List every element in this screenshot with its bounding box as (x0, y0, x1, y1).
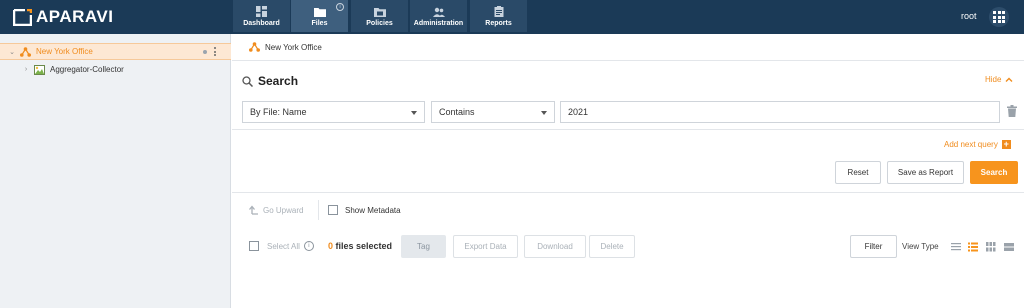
select-all-checkbox[interactable] (249, 241, 259, 251)
chevron-up-icon (1005, 77, 1013, 82)
hide-label: Hide (985, 75, 1002, 84)
tab-administration[interactable]: Administration (410, 0, 467, 32)
apps-grid-icon[interactable] (989, 7, 1009, 27)
tab-label: Administration (413, 20, 464, 27)
brand-name: APARAVI (36, 7, 114, 26)
tree-item-new-york-office[interactable]: ⌄ New York Office (0, 43, 231, 60)
add-next-query-link[interactable]: Add next query + (944, 140, 1011, 149)
delete-button[interactable]: Delete (589, 235, 635, 258)
divider (318, 200, 319, 220)
tree-item-label: New York Office (36, 47, 93, 56)
info-icon[interactable]: i (336, 3, 344, 11)
trash-icon[interactable] (1007, 105, 1017, 117)
folder-icon (313, 8, 326, 17)
users-icon (432, 7, 445, 17)
select-all-label: Select All (267, 241, 300, 251)
tab-reports[interactable]: Reports (470, 0, 527, 32)
show-metadata-checkbox[interactable] (328, 205, 338, 215)
tree-item-aggregator-collector[interactable]: › Aggregator-Collector (0, 61, 231, 78)
selected-suffix: files selected (333, 241, 393, 251)
export-data-button[interactable]: Export Data (453, 235, 518, 258)
query-value: 2021 (568, 107, 589, 117)
tab-dashboard[interactable]: Dashboard (233, 0, 290, 32)
tab-policies[interactable]: Policies (351, 0, 408, 32)
compact-view-icon[interactable] (1004, 242, 1014, 252)
search-heading: Search (242, 74, 298, 88)
server-image-icon (34, 64, 45, 75)
search-button[interactable]: Search (970, 161, 1018, 184)
tab-label: Reports (485, 20, 512, 27)
policies-icon (373, 8, 386, 17)
query-value-input[interactable]: 2021 (560, 101, 1000, 123)
go-upward-button[interactable]: Go Upward (249, 205, 303, 215)
info-icon[interactable]: i (303, 241, 314, 251)
search-title: Search (258, 74, 299, 88)
results-toolbar-top: Go Upward Show Metadata (232, 200, 1024, 220)
clipboard-icon (494, 6, 503, 17)
operator-select-value: Contains (439, 107, 475, 117)
operator-select[interactable]: Contains (431, 101, 555, 123)
save-as-report-button[interactable]: Save as Report (887, 161, 964, 184)
network-icon (249, 42, 260, 52)
sidebar-tree: ⌄ New York Office › Aggregator-Collector (0, 34, 231, 308)
files-selected-count: 0 files selected (328, 241, 392, 251)
field-select[interactable]: By File: Name (242, 101, 425, 123)
grid-view-icon[interactable] (986, 242, 996, 252)
breadcrumb: New York Office (232, 34, 1024, 61)
hide-search-toggle[interactable]: Hide (985, 75, 1013, 84)
caret-down-icon (541, 111, 547, 115)
list-view-icon[interactable] (951, 242, 961, 252)
user-name[interactable]: root (961, 11, 977, 21)
reset-button[interactable]: Reset (835, 161, 881, 184)
logo-mark-icon (13, 8, 32, 26)
dashboard-icon (256, 6, 267, 17)
tab-label: Policies (366, 20, 393, 27)
search-icon (242, 75, 253, 87)
view-type-label: View Type (902, 242, 939, 251)
go-upward-label: Go Upward (263, 205, 304, 215)
caret-down-icon (411, 111, 417, 115)
field-select-value: By File: Name (250, 107, 307, 117)
results-toolbar-actions: Select All i 0 files selected Tag Export… (232, 235, 1024, 259)
download-button[interactable]: Download (524, 235, 586, 258)
show-metadata-toggle[interactable]: Show Metadata (328, 205, 401, 215)
select-all-toggle[interactable]: Select All i (249, 241, 314, 251)
tree-item-label: Aggregator-Collector (50, 65, 124, 74)
tab-label: Dashboard (243, 20, 280, 27)
chevron-down-icon[interactable]: ⌄ (8, 48, 16, 56)
status-dot-icon (203, 50, 207, 54)
network-icon (20, 46, 31, 57)
arrow-up-icon (249, 205, 258, 215)
filter-button[interactable]: Filter (850, 235, 897, 258)
show-metadata-label: Show Metadata (345, 205, 401, 215)
tab-label: Files (311, 20, 328, 27)
breadcrumb-item[interactable]: New York Office (265, 43, 322, 52)
add-query-label: Add next query (944, 140, 998, 149)
tab-files[interactable]: i Files (291, 0, 348, 32)
aparavi-logo[interactable]: APARAVI (13, 7, 114, 27)
tag-button[interactable]: Tag (401, 235, 446, 258)
plus-icon: + (1001, 139, 1011, 149)
top-navigation-bar: APARAVI Dashboard i Files Policies Admin… (0, 0, 1024, 34)
chevron-right-icon[interactable]: › (22, 66, 30, 73)
divider (232, 192, 1024, 193)
kebab-menu-icon[interactable] (213, 47, 217, 56)
divider (232, 129, 1024, 130)
detail-list-view-icon[interactable] (968, 242, 978, 252)
